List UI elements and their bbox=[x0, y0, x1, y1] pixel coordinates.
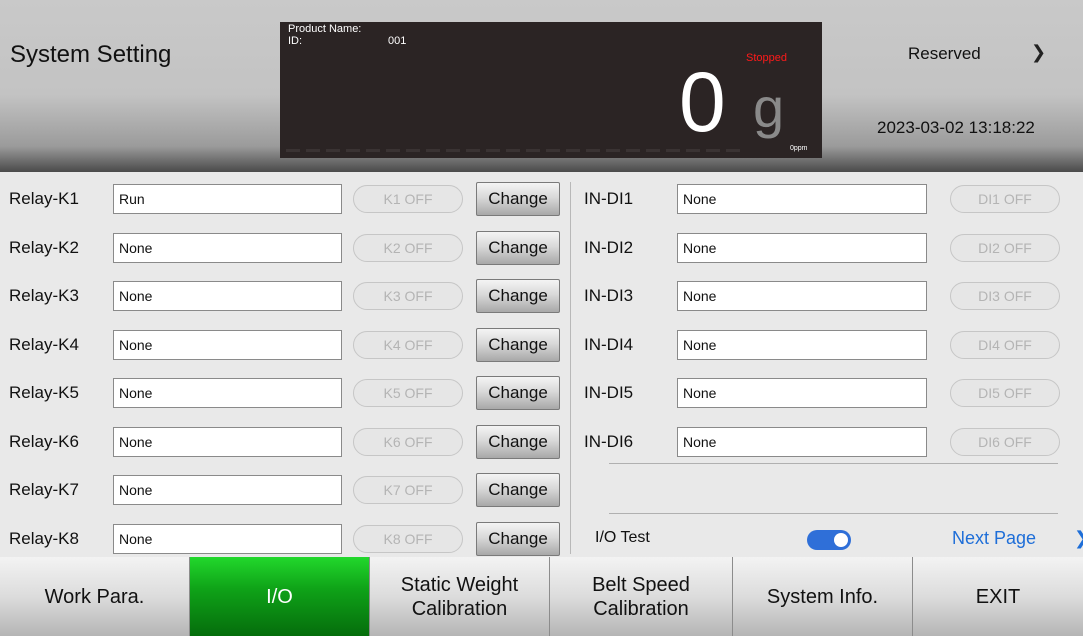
header-bar: System Setting Product Name: ID: 001 Sto… bbox=[0, 0, 1083, 172]
tab-work-para[interactable]: Work Para. bbox=[0, 557, 190, 636]
footer-tabbar: Work Para. I/O Static Weight Calibration… bbox=[0, 557, 1083, 636]
tab-label: I/O bbox=[266, 585, 293, 608]
tab-io[interactable]: I/O bbox=[190, 557, 370, 636]
system-setting-screen: System Setting Product Name: ID: 001 Sto… bbox=[0, 0, 1083, 636]
input-row: IN-DI4 None DI4 OFF bbox=[0, 328, 1083, 362]
input-function-field[interactable]: None bbox=[677, 329, 927, 360]
reserved-link[interactable]: Reserved bbox=[908, 44, 981, 64]
input-function-field[interactable]: None bbox=[677, 378, 927, 408]
weight-value: 0 bbox=[679, 55, 726, 149]
input-label: IN-DI2 bbox=[584, 237, 634, 257]
tab-label-line2: Calibration bbox=[593, 597, 689, 620]
input-row: IN-DI2 None DI2 OFF bbox=[0, 231, 1083, 265]
input-state-indicator: DI2 OFF bbox=[950, 233, 1060, 262]
input-state-indicator: DI5 OFF bbox=[950, 379, 1060, 407]
input-row: IN-DI1 None DI1 OFF bbox=[0, 182, 1083, 216]
tab-label-line1: Static Weight bbox=[400, 573, 519, 596]
input-function-field[interactable]: None bbox=[677, 184, 927, 214]
tab-label-line1: Belt Speed bbox=[592, 573, 690, 596]
relay-label: Relay-K7 bbox=[9, 480, 79, 499]
relay-state-indicator: K8 OFF bbox=[353, 524, 463, 553]
input-function-field[interactable]: None bbox=[677, 232, 927, 263]
relay-row: Relay-K8 None K8 OFF Change bbox=[0, 521, 565, 556]
id-value: 001 bbox=[388, 35, 407, 47]
exit-button[interactable]: EXIT bbox=[913, 557, 1083, 636]
tab-system-info[interactable]: System Info. bbox=[733, 557, 913, 636]
input-label: IN-DI3 bbox=[584, 286, 634, 305]
relay-function-field[interactable]: None bbox=[113, 523, 342, 554]
product-name-label: Product Name: bbox=[288, 23, 362, 35]
change-button[interactable]: Change bbox=[476, 521, 560, 556]
input-state-indicator: DI1 OFF bbox=[950, 185, 1060, 213]
tab-static-weight-calibration[interactable]: Static Weight Calibration bbox=[370, 557, 550, 636]
tab-label: Work Para. bbox=[44, 585, 145, 608]
separator-line bbox=[609, 513, 1058, 514]
tab-label: EXIT bbox=[975, 585, 1021, 608]
chevron-right-icon[interactable]: ❯ bbox=[1074, 528, 1083, 549]
input-label: IN-DI4 bbox=[584, 334, 634, 354]
io-test-label: I/O Test bbox=[595, 529, 650, 546]
input-label: IN-DI6 bbox=[584, 431, 634, 451]
relay-function-field[interactable]: None bbox=[113, 475, 342, 505]
relay-state-indicator: K7 OFF bbox=[353, 476, 463, 504]
separator-line bbox=[609, 463, 1058, 464]
input-label: IN-DI5 bbox=[584, 383, 634, 402]
page-title: System Setting bbox=[10, 41, 172, 68]
input-row: IN-DI6 None DI6 OFF bbox=[0, 425, 1083, 459]
weight-unit: g bbox=[753, 76, 785, 139]
input-row: IN-DI3 None DI3 OFF bbox=[0, 279, 1083, 313]
input-state-indicator: DI4 OFF bbox=[950, 330, 1060, 359]
input-function-field[interactable]: None bbox=[677, 426, 927, 457]
relay-row: Relay-K7 None K7 OFF Change bbox=[0, 473, 565, 507]
speed-bar bbox=[286, 149, 744, 152]
relay-label: Relay-K8 bbox=[9, 528, 79, 548]
chevron-right-icon[interactable]: ❯ bbox=[1031, 42, 1046, 63]
weight-display: Product Name: ID: 001 Stopped 0 g 0ppm bbox=[280, 22, 822, 158]
tab-label-line2: Calibration bbox=[411, 597, 508, 620]
next-page-link[interactable]: Next Page bbox=[952, 528, 1036, 549]
datetime-display: 2023-03-02 13:18:22 bbox=[877, 118, 1035, 137]
io-test-toggle[interactable] bbox=[807, 530, 851, 550]
input-function-field[interactable]: None bbox=[677, 281, 927, 311]
ppm-readout: 0ppm bbox=[790, 145, 808, 152]
tab-belt-speed-calibration[interactable]: Belt Speed Calibration bbox=[550, 557, 733, 636]
status-indicator: Stopped bbox=[746, 52, 787, 64]
input-state-indicator: DI3 OFF bbox=[950, 282, 1060, 310]
change-button[interactable]: Change bbox=[476, 473, 560, 507]
id-label: ID: bbox=[288, 35, 303, 47]
tab-label: System Info. bbox=[766, 585, 879, 608]
input-label: IN-DI1 bbox=[584, 189, 634, 208]
toggle-knob bbox=[834, 533, 848, 547]
input-row: IN-DI5 None DI5 OFF bbox=[0, 376, 1083, 410]
input-state-indicator: DI6 OFF bbox=[950, 427, 1060, 456]
